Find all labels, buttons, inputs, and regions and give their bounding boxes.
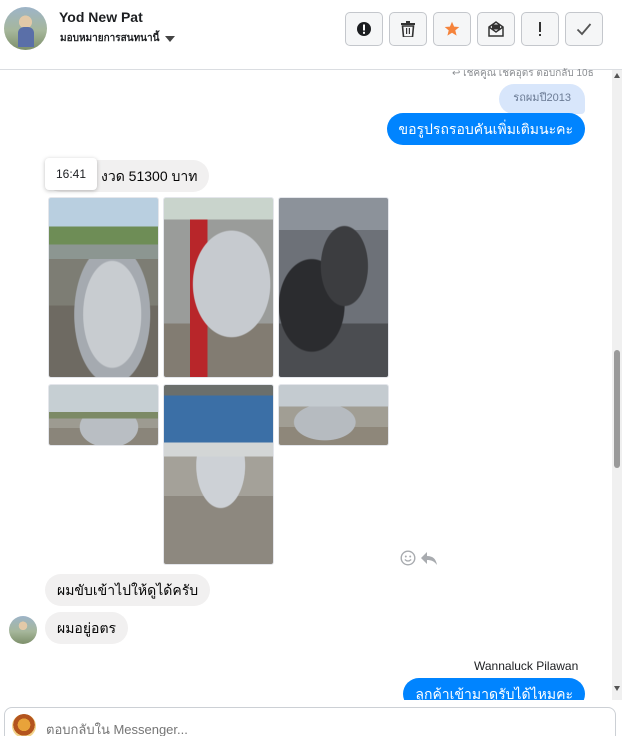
photo-front-truck[interactable] xyxy=(48,197,159,378)
message-actions xyxy=(400,550,438,566)
exclamation-icon xyxy=(539,22,541,36)
mark-unread-button[interactable] xyxy=(477,12,515,46)
smiley-react-icon[interactable] xyxy=(400,550,416,566)
caret-down-icon xyxy=(165,35,176,42)
sender-name: Wannaluck Pilawan xyxy=(474,659,579,673)
photo-side-view-2[interactable] xyxy=(278,384,389,446)
timestamp-tooltip: 16:41 xyxy=(45,158,97,190)
assign-conversation-dropdown[interactable]: มอบหมายการสนทนานี้ xyxy=(60,31,176,46)
scroll-down-arrow-icon[interactable] xyxy=(614,686,620,691)
contact-avatar[interactable] xyxy=(4,7,47,50)
report-spam-button[interactable] xyxy=(345,12,383,46)
page-avatar xyxy=(12,714,36,736)
assign-conversation-label: มอบหมายการสนทนานี้ xyxy=(60,33,160,44)
conversation-toolbar xyxy=(345,12,603,46)
reply-arrow-icon[interactable] xyxy=(420,550,438,566)
scrollbar-thumb[interactable] xyxy=(614,350,620,468)
scroll-up-arrow-icon[interactable] xyxy=(614,73,620,78)
check-icon xyxy=(576,23,592,36)
envelope-open-icon xyxy=(488,21,504,37)
conversation-header: Yod New Pat มอบหมายการสนทนานี้ xyxy=(0,0,622,70)
follow-up-button[interactable] xyxy=(521,12,559,46)
photo-rear-taillight[interactable] xyxy=(163,197,274,378)
outgoing-message[interactable]: ขอรูปรถรอบคันเพิ่มเติมนะคะ xyxy=(386,113,585,145)
delete-button[interactable] xyxy=(389,12,427,46)
contact-name[interactable]: Yod New Pat xyxy=(59,9,143,25)
quoted-message[interactable]: รถผมปี2013 xyxy=(499,84,585,114)
photo-interior[interactable] xyxy=(278,197,389,378)
incoming-message[interactable]: ผมอยู่อตร xyxy=(45,612,129,644)
trash-icon xyxy=(401,21,415,37)
contact-avatar-small[interactable] xyxy=(9,616,37,644)
star-button[interactable] xyxy=(433,12,471,46)
photo-rear-ranger[interactable] xyxy=(163,384,274,565)
reply-note: ↩ เชคคูณ เชคอุตร ตอบกลับ 10ธ xyxy=(452,68,594,79)
photo-side-view[interactable] xyxy=(48,384,159,446)
incoming-message[interactable]: ผมขับเข้าไปให้ดูได้ครับ xyxy=(45,574,211,606)
mark-done-button[interactable] xyxy=(565,12,603,46)
reply-composer xyxy=(0,700,622,736)
star-icon xyxy=(444,21,460,36)
reply-input[interactable] xyxy=(46,722,586,736)
exclamation-circle-icon xyxy=(357,22,371,36)
